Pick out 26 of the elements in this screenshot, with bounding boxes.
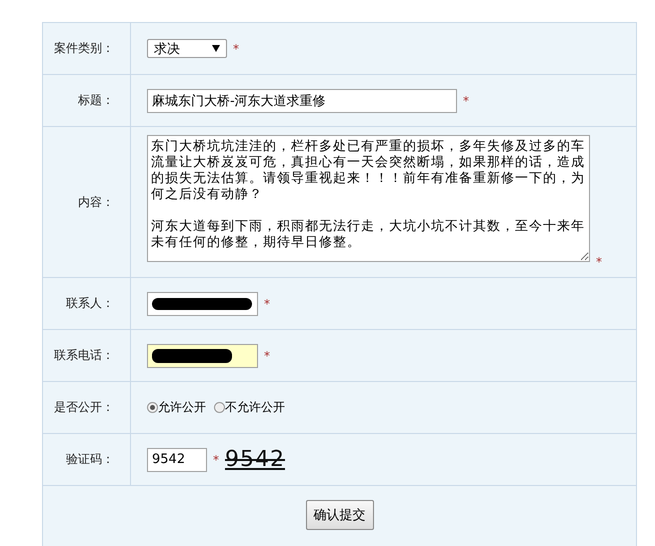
input-field[interactable]: 东门大桥坑坑洼洼的，栏杆多处已有严重的损坏，多年失修及过多的车流量让大桥岌岌可危，真担心有一天会突然断塌，如果那样的话，造成的损失无法估算。请领导重视起来！！！前年有准备重新修一下的，为何之后没有动静？ 河东大道每到下雨，积雨都无法行走，大坑小坑不计其数，至今十来年未有任何的修整，期待早日修整。 bbox=[147, 135, 590, 262]
field-label: 联系人： bbox=[66, 295, 114, 312]
input-field[interactable] bbox=[147, 292, 258, 316]
input-field[interactable]: 麻城东门大桥-河东大道求重修 bbox=[147, 88, 457, 112]
input-field[interactable]: 9542 bbox=[147, 448, 207, 472]
required-mark: * bbox=[213, 452, 219, 466]
radio-button[interactable] bbox=[214, 402, 225, 413]
category-dropdown[interactable]: 求决 bbox=[147, 39, 227, 58]
required-mark: * bbox=[596, 255, 602, 269]
required-mark: * bbox=[233, 42, 239, 56]
radio-label[interactable]: 允许公开 bbox=[158, 399, 206, 416]
field-label: 联系电话： bbox=[54, 347, 114, 364]
field-label: 案件类别： bbox=[54, 40, 114, 57]
required-mark: * bbox=[463, 94, 469, 108]
submit-button[interactable]: 确认提交 bbox=[306, 500, 374, 530]
field-label: 标题： bbox=[78, 92, 114, 109]
radio-label[interactable]: 不允许公开 bbox=[225, 399, 285, 416]
input-field[interactable] bbox=[147, 344, 258, 368]
required-mark: * bbox=[264, 348, 270, 362]
radio-button[interactable] bbox=[147, 402, 158, 413]
field-label: 内容： bbox=[78, 194, 114, 210]
field-label: 是否公开： bbox=[54, 399, 114, 416]
field-label: 验证码： bbox=[66, 451, 114, 468]
captcha-image: 9542 bbox=[225, 447, 285, 472]
required-mark: * bbox=[264, 296, 270, 310]
caret-icon bbox=[212, 45, 220, 52]
